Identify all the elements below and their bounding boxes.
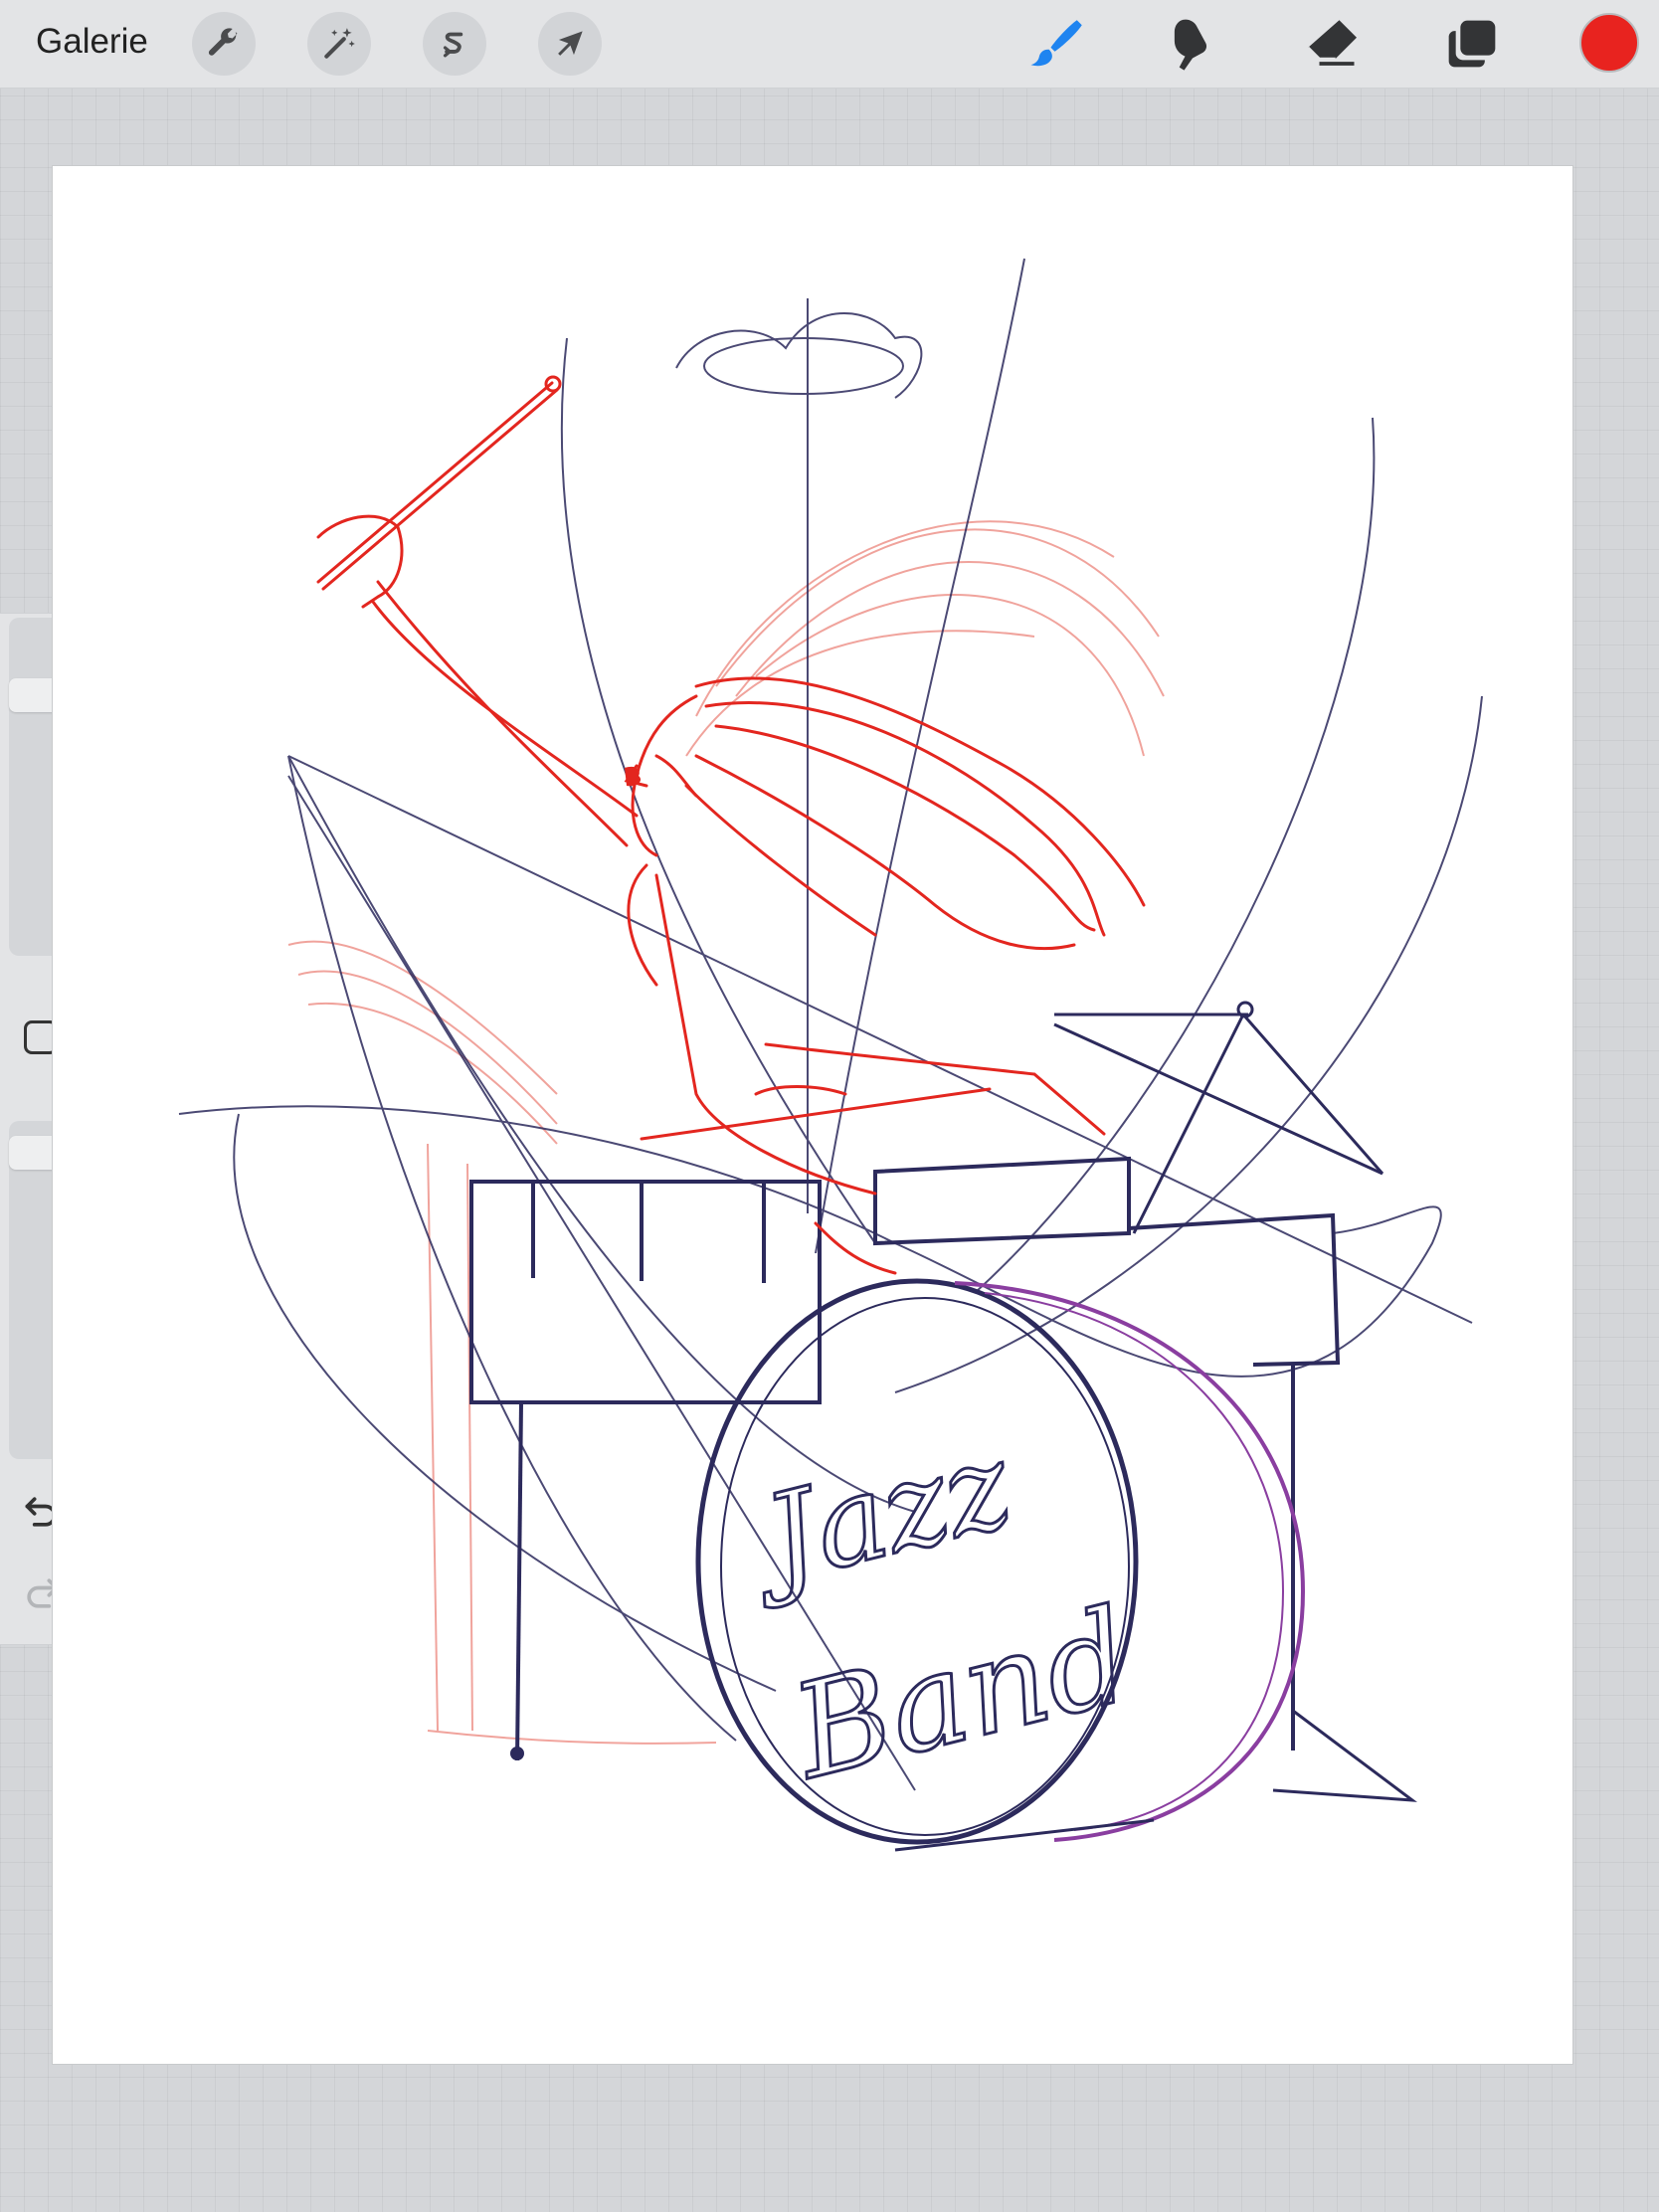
cymbal-sketch: [1053, 1001, 1384, 1234]
smudge-finger-icon: [1174, 19, 1207, 71]
lips-mark: [625, 766, 642, 787]
eraser-tool-button[interactable]: [1300, 12, 1364, 76]
eraser-icon: [1307, 20, 1357, 66]
selection-s-icon: [443, 32, 463, 58]
transform-button[interactable]: [538, 12, 602, 76]
actions-button[interactable]: [192, 12, 256, 76]
layers-tool-button[interactable]: [1440, 12, 1504, 76]
arrow-cursor-icon: [558, 31, 583, 56]
drum-text-band: Band: [778, 1579, 1145, 1808]
brush-tool-button[interactable]: [1021, 12, 1085, 76]
brush-icon: [1030, 20, 1082, 67]
selection-button[interactable]: [423, 12, 486, 76]
layers-icon: [1448, 20, 1496, 68]
drawing-canvas[interactable]: Jazz Band: [53, 166, 1572, 2064]
adjustments-button[interactable]: [307, 12, 371, 76]
drummer-figure: [316, 375, 1146, 1275]
drum-text-jazz: Jazz: [733, 1416, 1025, 1615]
top-toolbar: Galerie: [0, 0, 1659, 89]
sketch-artwork: Jazz Band: [178, 258, 1483, 1852]
magic-wand-icon: [324, 28, 355, 59]
wrench-icon: [208, 28, 238, 56]
color-picker-button[interactable]: [1579, 13, 1639, 73]
smudge-tool-button[interactable]: [1161, 12, 1224, 76]
gallery-button[interactable]: Galerie: [36, 22, 148, 62]
